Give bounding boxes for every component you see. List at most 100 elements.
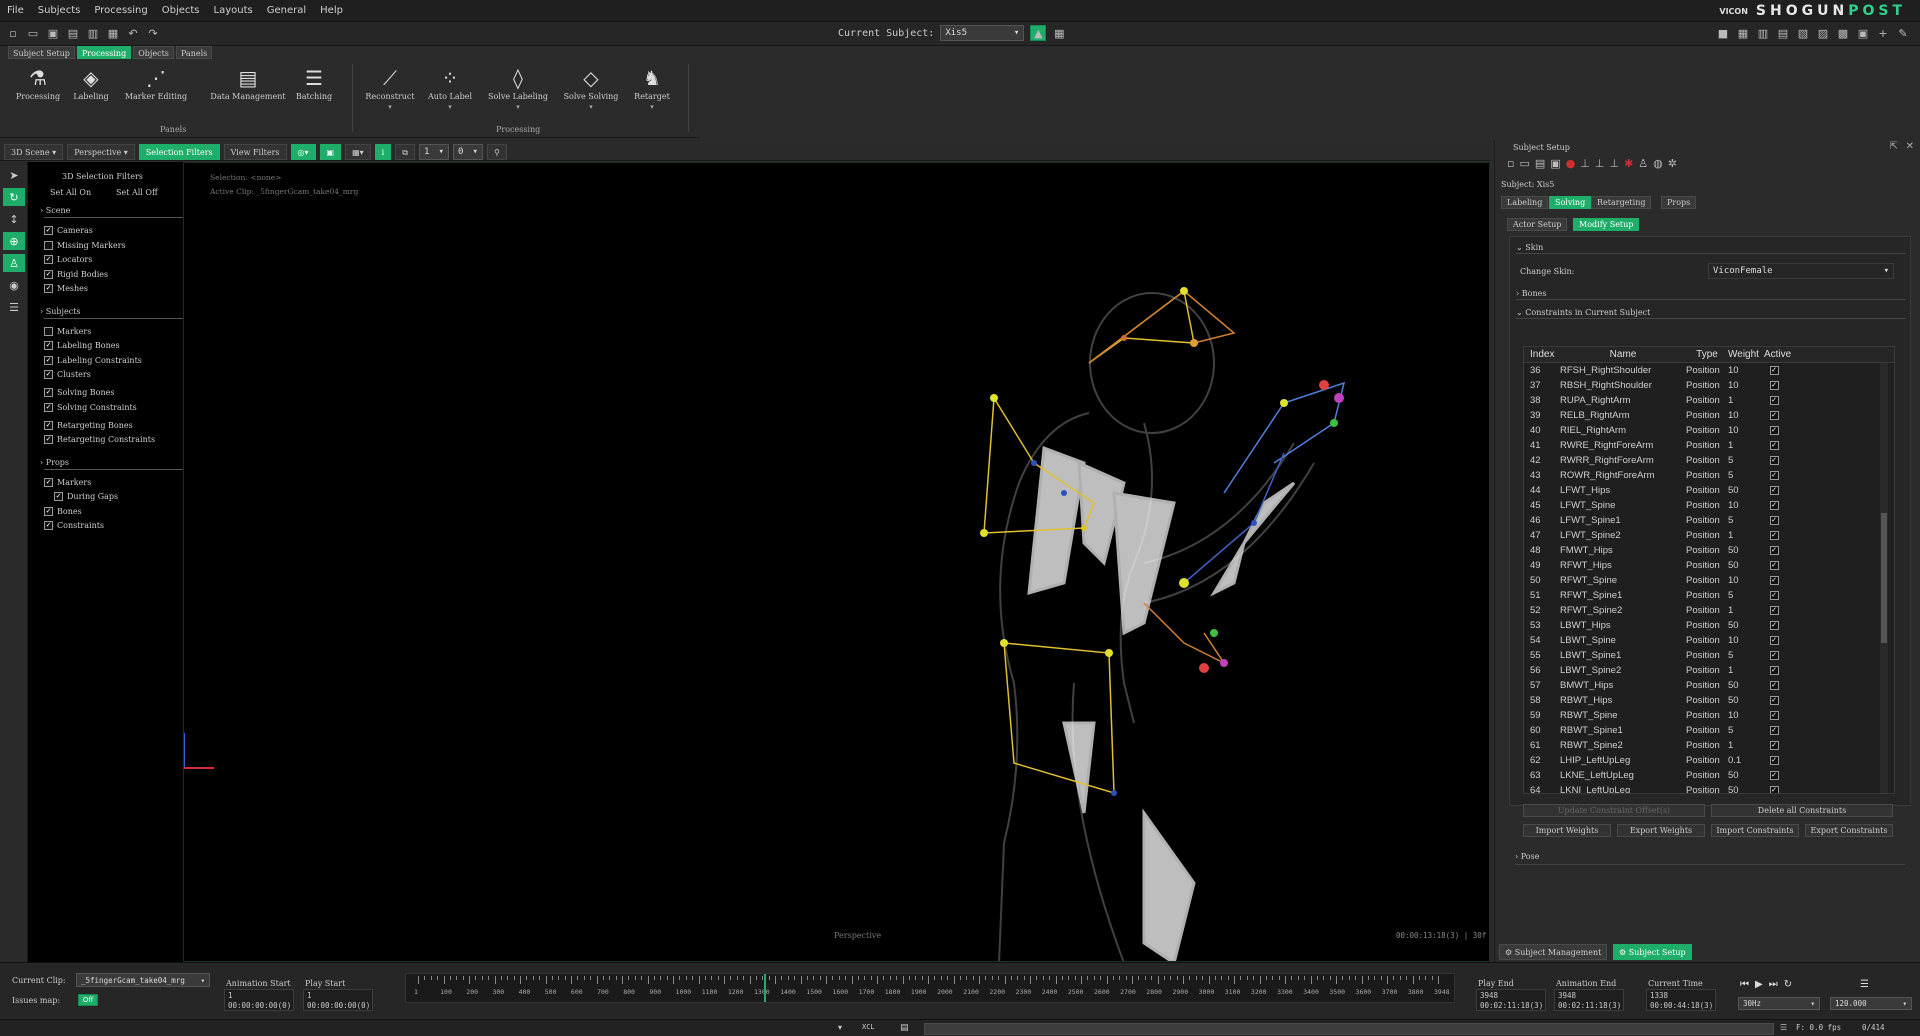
delete-all-constraints-button[interactable]: Delete all Constraints (1711, 804, 1893, 817)
animation-end-field[interactable]: 3948 00:02:11:18(3) (1554, 989, 1624, 1011)
cell-active[interactable]: ✓ (1764, 396, 1784, 405)
calibrate3-icon[interactable]: ⊥ (1609, 157, 1619, 170)
table-row[interactable]: 36 RFSH_RightShoulder Position 10 ✓ (1524, 363, 1894, 378)
calibrate-icon[interactable]: ⊥ (1580, 157, 1590, 170)
current-subject-combo[interactable]: Xis5 ▾ (940, 25, 1025, 41)
list-tool-icon[interactable]: ☰ (3, 298, 25, 316)
active-checkbox[interactable]: ✓ (1769, 456, 1779, 465)
3d-viewport[interactable]: Selection: <none> Active Clip: _5fingerG… (183, 162, 1490, 962)
chevron-down-icon[interactable]: ▾ (482, 103, 554, 111)
remove-icon[interactable]: ✱ (1624, 157, 1633, 170)
table-row[interactable]: 61 RBWT_Spine2 Position 1 ✓ (1524, 738, 1894, 753)
cell-weight[interactable]: 1 (1728, 665, 1764, 676)
cell-active[interactable]: ✓ (1764, 486, 1784, 495)
labeling-button[interactable]: ◈ Labeling (66, 64, 116, 101)
cell-weight[interactable]: 50 (1728, 695, 1764, 706)
checkbox[interactable]: ✓ (44, 435, 53, 444)
tab-labeling[interactable]: Labeling (1501, 196, 1549, 209)
col-index[interactable]: Index (1524, 349, 1560, 360)
cell-active[interactable]: ✓ (1764, 411, 1784, 420)
speed-dropdown[interactable]: 120.000 ▾ (1830, 997, 1912, 1010)
filter-retargeting-bones[interactable]: ✓ Retargeting Bones (44, 420, 133, 430)
cell-weight[interactable]: 50 (1728, 485, 1764, 496)
cell-active[interactable]: ✓ (1764, 501, 1784, 510)
cell-active[interactable]: ✓ (1764, 576, 1784, 585)
change-skin-dropdown[interactable]: ViconFemale ▾ (1708, 263, 1894, 279)
loop-icon[interactable]: ↻ (1784, 979, 1792, 990)
solve-labeling-button[interactable]: ◊ Solve Labeling ▾ (482, 64, 554, 111)
table-row[interactable]: 42 RWRR_RightForeArm Position 5 ✓ (1524, 453, 1894, 468)
playhead[interactable] (763, 974, 766, 1002)
add-icon[interactable]: + (1876, 26, 1890, 40)
table-row[interactable]: 62 LHIP_LeftUpLeg Position 0.1 ✓ (1524, 753, 1894, 768)
cell-active[interactable]: ✓ (1764, 591, 1784, 600)
scene-dropdown[interactable]: 3D Scene ▾ (4, 143, 64, 160)
cell-active[interactable]: ✓ (1764, 441, 1784, 450)
checkbox[interactable]: ✓ (54, 492, 63, 501)
active-checkbox[interactable]: ✓ (1769, 396, 1779, 405)
active-checkbox[interactable]: ✓ (1769, 666, 1779, 675)
save-icon[interactable]: ▣ (1550, 157, 1560, 170)
undo-icon[interactable]: ↶ (126, 26, 140, 40)
tab-processing[interactable]: Processing (76, 46, 132, 59)
filter-meshes[interactable]: ✓ Meshes (44, 284, 88, 293)
filter-rigid-bodies[interactable]: ✓ Rigid Bodies (44, 269, 108, 279)
open-file-icon[interactable]: ▭ (26, 26, 40, 40)
active-checkbox[interactable]: ✓ (1769, 786, 1779, 793)
layout-8-icon[interactable]: ▣ (1856, 26, 1870, 40)
current-time-field[interactable]: 1338 00:00:44:18(3) (1646, 989, 1716, 1011)
menu-objects[interactable]: Objects (155, 5, 207, 16)
active-checkbox[interactable]: ✓ (1769, 381, 1779, 390)
cell-weight[interactable]: 1 (1728, 605, 1764, 616)
camera-mode-icon[interactable]: ◎▾ (290, 143, 316, 160)
menu-file[interactable]: File (0, 5, 31, 16)
table-row[interactable]: 50 RFWT_Spine Position 10 ✓ (1524, 573, 1894, 588)
filter-solving-bones[interactable]: ✓ Solving Bones (44, 388, 114, 397)
active-checkbox[interactable]: ✓ (1769, 501, 1779, 510)
filter-markers[interactable]: ✓ Markers (44, 477, 91, 487)
skip-forward-icon[interactable]: ⏭ (1769, 979, 1778, 990)
filter-constraints[interactable]: ✓ Constraints (44, 521, 104, 530)
active-checkbox[interactable]: ✓ (1769, 771, 1779, 780)
cell-active[interactable]: ✓ (1764, 456, 1784, 465)
scrollbar-thumb[interactable] (1881, 513, 1887, 643)
fit-view-icon[interactable]: ▣ (319, 143, 342, 160)
active-checkbox[interactable]: ✓ (1769, 516, 1779, 525)
layout-6-icon[interactable]: ▨ (1816, 26, 1830, 40)
active-checkbox[interactable]: ✓ (1769, 366, 1779, 375)
export-constraints-button[interactable]: Export Constraints (1805, 824, 1893, 837)
layout-1-icon[interactable]: ■ (1716, 26, 1730, 40)
play-icon[interactable]: ▶ (1755, 979, 1763, 990)
table-row[interactable]: 51 RFWT_Spine1 Position 5 ✓ (1524, 588, 1894, 603)
subtab-actor-setup[interactable]: Actor Setup (1507, 218, 1568, 231)
select-tool-icon[interactable]: ➤ (3, 166, 25, 184)
cell-active[interactable]: ✓ (1764, 726, 1784, 735)
active-checkbox[interactable]: ✓ (1769, 441, 1779, 450)
table-row[interactable]: 59 RBWT_Spine Position 10 ✓ (1524, 708, 1894, 723)
new-icon[interactable]: ▫ (1507, 157, 1514, 170)
table-row[interactable]: 60 RBWT_Spine1 Position 5 ✓ (1524, 723, 1894, 738)
table-row[interactable]: 64 LKNI_LeftUpLeg Position 50 ✓ (1524, 783, 1894, 793)
cell-active[interactable]: ✓ (1764, 381, 1784, 390)
subject-person-icon[interactable]: ▲ (1030, 25, 1047, 41)
cell-weight[interactable]: 10 (1728, 635, 1764, 646)
layout-4-icon[interactable]: ▤ (1776, 26, 1790, 40)
set-all-off-button[interactable]: Set All Off (116, 188, 158, 197)
layout-3-icon[interactable]: ▥ (1756, 26, 1770, 40)
constraints-section[interactable]: ⌄ Constraints in Current Subject (1516, 308, 1650, 317)
checkbox[interactable]: ✓ (44, 341, 53, 350)
cell-active[interactable]: ✓ (1764, 741, 1784, 750)
table-row[interactable]: 40 RIEL_RightArm Position 10 ✓ (1524, 423, 1894, 438)
table-row[interactable]: 43 ROWR_RightForeArm Position 5 ✓ (1524, 468, 1894, 483)
pose-section[interactable]: › Pose (1515, 852, 1539, 861)
cell-weight[interactable]: 5 (1728, 725, 1764, 736)
info-icon[interactable]: i (374, 143, 392, 160)
active-checkbox[interactable]: ✓ (1769, 486, 1779, 495)
animation-start-field[interactable]: 1 00:00:00:00(0) (224, 989, 294, 1011)
chevron-down-icon[interactable]: ▾ (422, 103, 478, 111)
tab-props[interactable]: Props (1661, 196, 1697, 209)
table-scrollbar[interactable] (1880, 363, 1888, 793)
checkbox[interactable]: ✓ (44, 420, 53, 430)
view-dropdown[interactable]: Perspective ▾ (67, 143, 135, 160)
save-icon[interactable]: ▣ (46, 26, 60, 40)
